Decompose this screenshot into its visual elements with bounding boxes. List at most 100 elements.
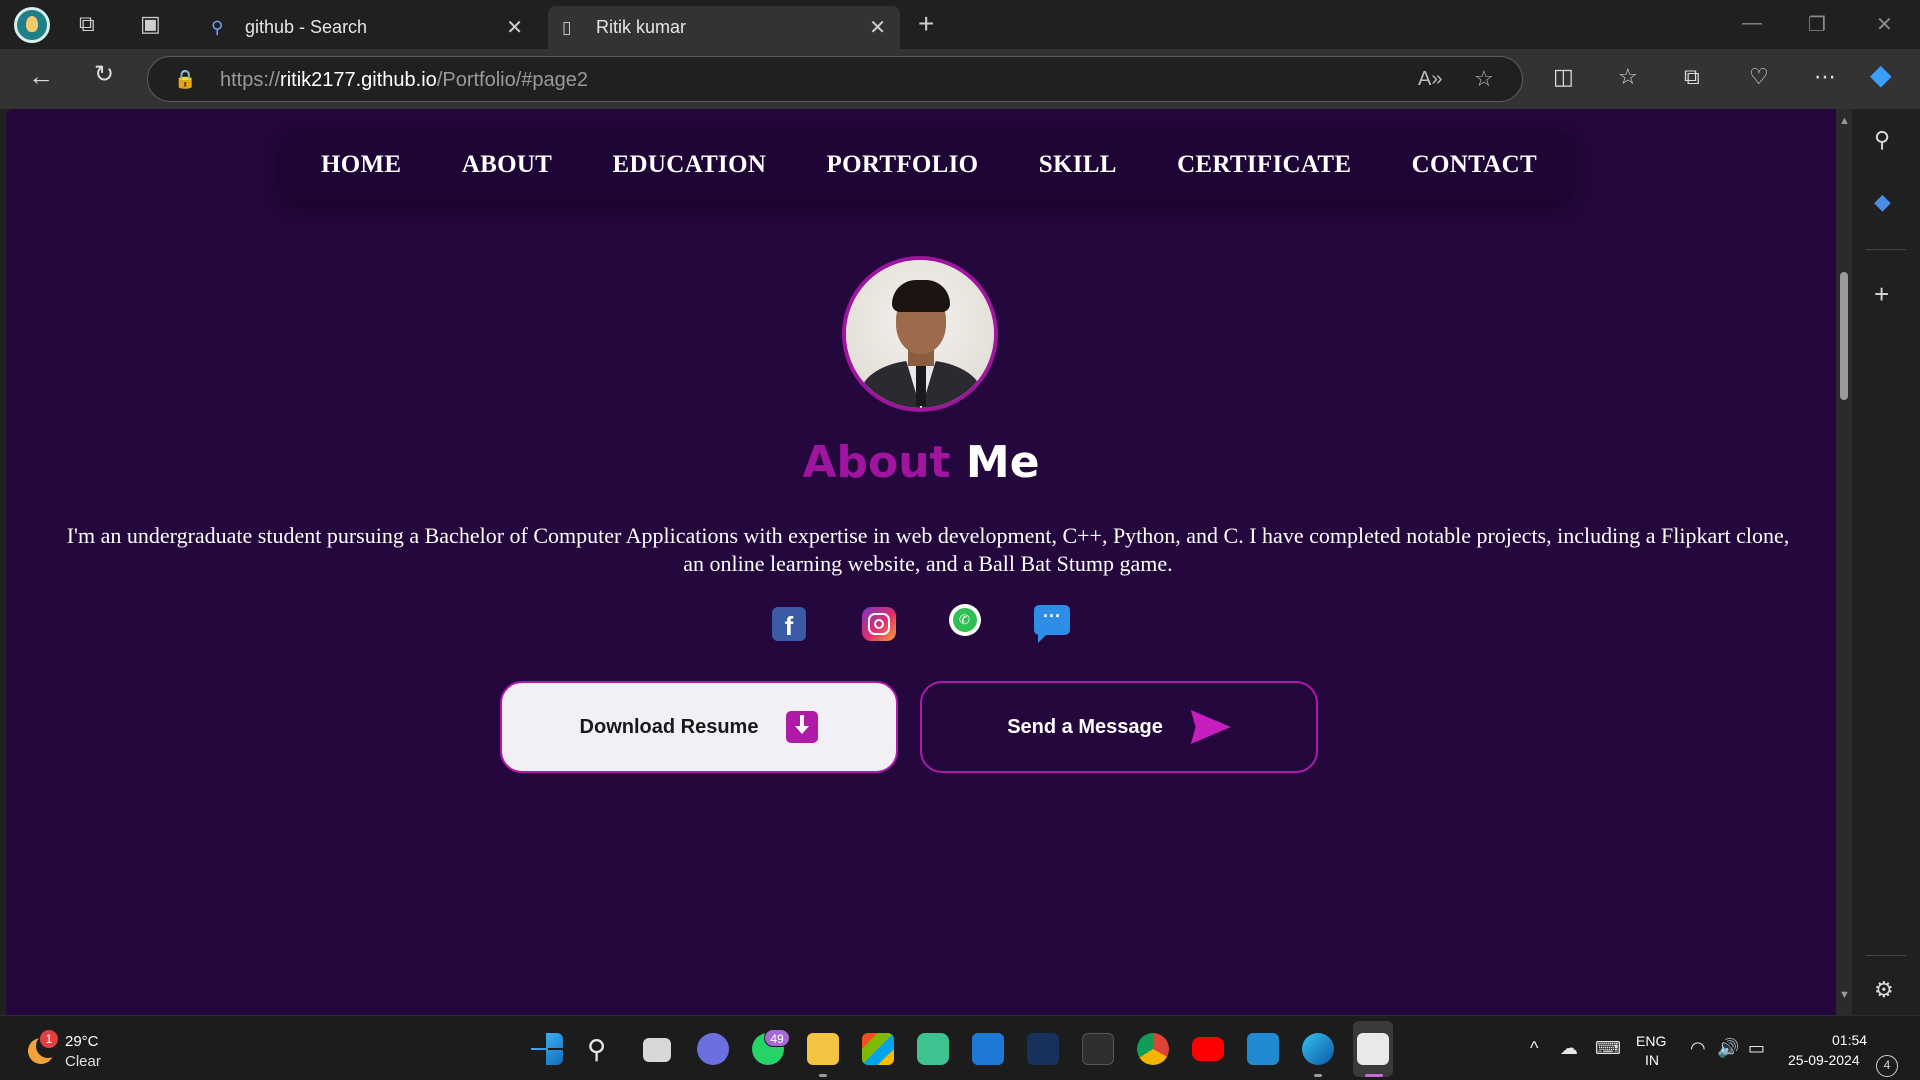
about-heading: About Me — [6, 437, 1836, 488]
nav-link-certificate[interactable]: CERTIFICATE — [1177, 151, 1351, 179]
tab-title: Ritik kumar — [596, 17, 687, 37]
nav-link-education[interactable]: EDUCATION — [613, 151, 767, 179]
more-options-icon[interactable]: ⋯ — [1814, 66, 1836, 88]
download-icon — [786, 711, 819, 743]
widgets-app-icon[interactable] — [917, 1033, 949, 1065]
youtube-icon[interactable] — [1192, 1037, 1224, 1061]
download-resume-button[interactable]: Download Resume — [500, 681, 898, 773]
tab-ritik-kumar[interactable]: ▯ Ritik kumar ✕ — [548, 6, 900, 49]
weather-temperature: 29°C — [65, 1033, 99, 1050]
favorites-icon[interactable]: ☆ — [1618, 66, 1638, 88]
url-scheme: https:// — [220, 69, 281, 91]
wifi-icon[interactable]: ◠ — [1690, 1038, 1706, 1059]
send-icon — [1190, 710, 1231, 744]
onedrive-icon[interactable]: ☁ — [1560, 1038, 1578, 1059]
about-heading-rest: Me — [965, 437, 1040, 488]
facebook-icon[interactable]: f — [772, 607, 806, 641]
tab-title: github - Search — [245, 17, 368, 37]
shopping-tag-icon[interactable]: ◆ — [1874, 189, 1891, 215]
back-icon[interactable]: ← — [28, 63, 54, 89]
lock-icon[interactable]: 🔒 — [174, 69, 196, 90]
download-resume-label: Download Resume — [579, 715, 759, 738]
weather-widget[interactable]: 1 — [24, 1030, 60, 1066]
show-hidden-icons-icon[interactable]: ^ — [1530, 1038, 1538, 1059]
nav-link-home[interactable]: HOME — [321, 151, 401, 179]
volume-icon[interactable]: 🔊 — [1717, 1038, 1739, 1059]
page-scrollbar[interactable]: ▲ ▼ — [1836, 109, 1852, 1015]
url-text[interactable]: https://ritik2177.github.io/Portfolio/#p… — [220, 69, 588, 92]
nav-link-contact[interactable]: CONTACT — [1412, 151, 1537, 179]
nav-link-portfolio[interactable]: PORTFOLIO — [827, 151, 979, 179]
instagram-icon[interactable] — [862, 607, 896, 641]
split-screen-icon[interactable]: ◫ — [1553, 66, 1574, 88]
message-icon[interactable]: ··· — [1034, 605, 1070, 643]
whatsapp-badge: 49 — [764, 1029, 790, 1047]
minimize-icon[interactable]: — — [1742, 12, 1762, 35]
collections-icon[interactable]: ⧉ — [1684, 66, 1700, 88]
about-description: I'm an undergraduate student pursuing a … — [66, 523, 1790, 576]
scroll-thumb[interactable] — [1840, 272, 1848, 400]
keyboard-icon[interactable]: ⌨ — [1595, 1038, 1621, 1059]
sidebar-search-icon[interactable]: ⚲ — [1874, 127, 1890, 153]
browser-essentials-icon[interactable]: ♡ — [1749, 66, 1769, 88]
copilot-icon[interactable]: ◆ — [1870, 61, 1892, 89]
photoshop-express-icon[interactable] — [1027, 1033, 1059, 1065]
language-line1[interactable]: ENG — [1636, 1033, 1666, 1049]
microsoft-store-icon[interactable] — [862, 1033, 894, 1065]
close-icon[interactable]: ✕ — [869, 15, 886, 40]
send-message-button[interactable]: Send a Message — [920, 681, 1318, 773]
search-icon: ⚲ — [211, 17, 224, 37]
sidebar-divider — [1866, 955, 1906, 956]
address-toolbar: ← ↻ 🔒 https://ritik2177.github.io/Portfo… — [0, 49, 1920, 109]
site-navbar: HOME ABOUT EDUCATION PORTFOLIO SKILL CER… — [281, 131, 1571, 199]
tab-github-search[interactable]: ⚲ github - Search ✕ — [197, 6, 537, 49]
window-close-icon[interactable]: ✕ — [1876, 12, 1893, 37]
new-tab-icon[interactable]: + — [918, 10, 934, 38]
sidebar-settings-icon[interactable]: ⚙ — [1874, 977, 1894, 1003]
clock-time[interactable]: 01:54 — [1832, 1032, 1867, 1048]
whatsapp-icon[interactable]: ✆ — [948, 603, 982, 637]
vscode-icon[interactable] — [1247, 1033, 1279, 1065]
page-viewport: HOME ABOUT EDUCATION PORTFOLIO SKILL CER… — [6, 109, 1836, 1015]
notification-count[interactable]: 4 — [1876, 1055, 1898, 1077]
about-heading-accent: About — [802, 437, 951, 488]
file-explorer-icon[interactable] — [807, 1033, 839, 1065]
clock-date[interactable]: 25-09-2024 — [1788, 1052, 1860, 1068]
sidebar-add-icon[interactable]: + — [1874, 279, 1889, 310]
chrome-icon[interactable] — [1137, 1033, 1169, 1065]
start-icon[interactable] — [531, 1033, 563, 1065]
vertical-tabs-icon[interactable]: ▣ — [140, 13, 161, 35]
active-indicator — [1365, 1074, 1383, 1077]
battery-icon[interactable]: ▭ — [1748, 1038, 1765, 1059]
workspaces-icon[interactable]: ⧉ — [79, 13, 95, 35]
taskbar-search-icon[interactable]: ⚲ — [587, 1034, 606, 1065]
profile-avatar-icon[interactable] — [14, 7, 50, 43]
font-app-icon[interactable] — [1082, 1033, 1114, 1065]
sidebar-divider — [1866, 249, 1906, 250]
running-indicator — [819, 1074, 827, 1077]
profile-photo — [842, 256, 998, 412]
nav-link-about[interactable]: ABOUT — [462, 151, 552, 179]
teams-chat-icon[interactable] — [697, 1033, 729, 1065]
refresh-icon[interactable]: ↻ — [94, 63, 114, 87]
page-icon: ▯ — [562, 17, 572, 37]
browser-tab-bar: ⧉ ▣ ⚲ github - Search ✕ ▯ Ritik kumar ✕ … — [0, 0, 1920, 49]
scroll-up-icon[interactable]: ▲ — [1839, 115, 1850, 127]
restore-icon[interactable]: ❐ — [1808, 12, 1826, 37]
prime-video-icon[interactable] — [972, 1033, 1004, 1065]
close-icon[interactable]: ✕ — [506, 15, 523, 40]
read-aloud-icon[interactable]: A» — [1418, 68, 1442, 91]
address-bar[interactable]: 🔒 https://ritik2177.github.io/Portfolio/… — [147, 56, 1523, 102]
weather-condition: Clear — [65, 1053, 101, 1070]
windows-taskbar: 1 29°C Clear ⚲ 49 ^ ☁ ⌨ ENG IN ◠ 🔊 ▭ 01:… — [0, 1015, 1920, 1080]
task-view-icon[interactable] — [643, 1038, 671, 1062]
favorite-star-icon[interactable]: ☆ — [1474, 66, 1494, 92]
nav-link-skill[interactable]: SKILL — [1039, 151, 1117, 179]
edge-icon[interactable] — [1302, 1033, 1334, 1065]
running-indicator — [1314, 1074, 1322, 1077]
snipping-tool-icon[interactable] — [1357, 1033, 1389, 1065]
edge-sidebar: ⚲ ◆ + ⚙ — [1852, 109, 1920, 1015]
scroll-down-icon[interactable]: ▼ — [1839, 989, 1850, 1001]
language-line2[interactable]: IN — [1645, 1052, 1659, 1068]
send-message-label: Send a Message — [1007, 715, 1163, 738]
